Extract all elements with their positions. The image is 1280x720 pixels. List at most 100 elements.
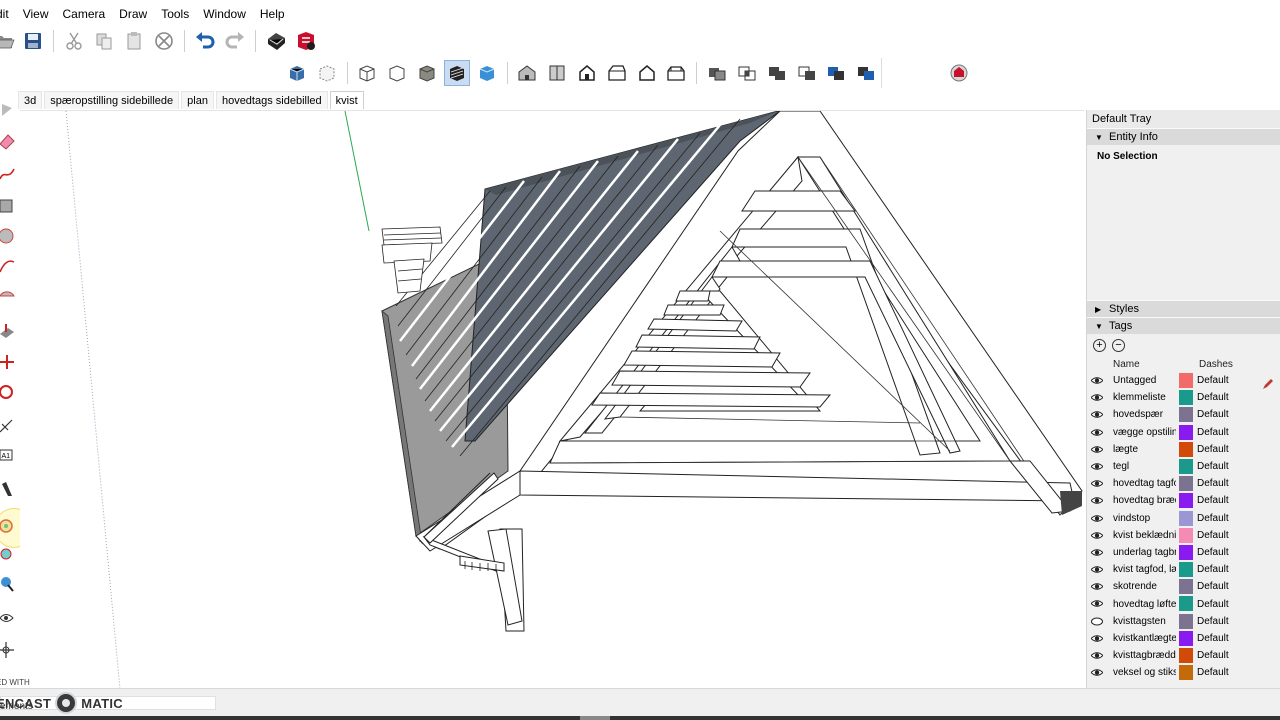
menu-draw[interactable]: Draw: [112, 4, 154, 24]
tag-dashes[interactable]: Default: [1197, 375, 1229, 386]
menu-window[interactable]: Window: [196, 4, 253, 24]
eye-icon[interactable]: [1090, 565, 1104, 574]
tag-name[interactable]: klemmeliste: [1113, 392, 1176, 403]
tag-dashes[interactable]: Default: [1197, 409, 1229, 420]
tag-row[interactable]: kvist tagfod, lægte Default: [1087, 561, 1280, 578]
eye-icon[interactable]: [1090, 651, 1104, 660]
eye-icon[interactable]: [1090, 393, 1104, 402]
tag-name[interactable]: tegl: [1113, 461, 1176, 472]
tag-row[interactable]: Untagged Default: [1087, 372, 1280, 389]
look-around-icon[interactable]: [0, 608, 16, 628]
add-tag-button[interactable]: +: [1093, 338, 1106, 352]
tag-row[interactable]: hovedspær Default: [1087, 406, 1280, 423]
cut-icon[interactable]: [61, 28, 87, 54]
tag-row[interactable]: kvist beklædning Default: [1087, 527, 1280, 544]
subtract-icon[interactable]: [794, 60, 820, 86]
tag-dashes[interactable]: Default: [1197, 530, 1229, 541]
tag-row[interactable]: hovedtag brædder Default: [1087, 492, 1280, 509]
tag-dashes[interactable]: Default: [1197, 495, 1229, 506]
tag-color-swatch[interactable]: [1179, 613, 1193, 629]
tag-name[interactable]: lægte: [1113, 444, 1176, 455]
trim-icon[interactable]: [824, 60, 850, 86]
tag-row[interactable]: kvisttagbrædder Default: [1087, 647, 1280, 664]
menu-tools[interactable]: Tools: [154, 4, 196, 24]
warehouse-icon[interactable]: [946, 60, 972, 86]
tag-name[interactable]: skotrende: [1113, 581, 1176, 592]
tag-color-swatch[interactable]: [1179, 373, 1193, 388]
scene-tab-plan[interactable]: plan: [181, 91, 214, 109]
circle-icon[interactable]: [0, 226, 16, 246]
tag-name[interactable]: kvisttagsten: [1113, 616, 1176, 627]
eye-icon[interactable]: [1090, 548, 1104, 557]
styles-header[interactable]: ▶ Styles: [1087, 300, 1280, 317]
tag-dashes[interactable]: Default: [1197, 633, 1229, 644]
tag-name[interactable]: kvisttagbrædder: [1113, 650, 1176, 661]
tag-color-swatch[interactable]: [1179, 493, 1193, 509]
column-name[interactable]: Name: [1113, 359, 1140, 370]
eraser-icon[interactable]: [0, 132, 16, 152]
union-icon[interactable]: [764, 60, 790, 86]
tag-row[interactable]: kvisttagsten Default: [1087, 613, 1280, 630]
delete-tag-button[interactable]: −: [1112, 338, 1125, 352]
tag-color-swatch[interactable]: [1179, 390, 1193, 406]
arc-icon[interactable]: [0, 256, 16, 276]
tag-color-swatch[interactable]: [1179, 527, 1193, 543]
eye-icon[interactable]: [1090, 428, 1104, 437]
move-icon[interactable]: [0, 352, 16, 372]
tag-name[interactable]: hovedtag brædder: [1113, 495, 1176, 506]
tag-row[interactable]: klemmeliste Default: [1087, 389, 1280, 406]
shaded-icon[interactable]: [414, 60, 440, 86]
xray-icon[interactable]: [284, 60, 310, 86]
open-icon[interactable]: [0, 28, 16, 54]
freehand-icon[interactable]: [0, 164, 16, 184]
back-view-icon[interactable]: [634, 60, 660, 86]
erase-icon[interactable]: [151, 28, 177, 54]
tag-dashes[interactable]: Default: [1197, 667, 1229, 678]
iso-view-icon[interactable]: [515, 60, 541, 86]
rectangle-icon[interactable]: [0, 196, 16, 216]
redo-icon[interactable]: [222, 28, 248, 54]
eye-hidden-icon[interactable]: [1091, 617, 1103, 626]
scene-tab-3d[interactable]: 3d: [18, 91, 43, 109]
print-icon[interactable]: [263, 28, 289, 54]
outer-shell-icon[interactable]: [704, 60, 730, 86]
tag-name[interactable]: vægge opstiling: [1113, 427, 1176, 438]
tag-color-swatch[interactable]: [1179, 562, 1193, 578]
tag-dashes[interactable]: Default: [1197, 564, 1229, 575]
tag-name[interactable]: kvistkantlægter: [1113, 633, 1176, 644]
split-icon[interactable]: [853, 60, 879, 86]
tag-color-swatch[interactable]: [1179, 458, 1193, 474]
tag-dashes[interactable]: Default: [1197, 513, 1229, 524]
back-edges-icon[interactable]: [314, 60, 340, 86]
tag-dashes[interactable]: Default: [1197, 444, 1229, 455]
select-icon[interactable]: [0, 100, 16, 120]
tag-row[interactable]: kvistkantlægter Default: [1087, 630, 1280, 647]
menu-camera[interactable]: Camera: [55, 4, 112, 24]
eye-icon[interactable]: [1090, 376, 1104, 385]
tag-name[interactable]: kvist beklædning: [1113, 530, 1176, 541]
tag-row[interactable]: lægte Default: [1087, 441, 1280, 458]
hidden-line-icon[interactable]: [384, 60, 410, 86]
tag-name[interactable]: underlag tagbræt: [1113, 547, 1176, 558]
undo-icon[interactable]: [192, 28, 218, 54]
tag-name[interactable]: kvist tagfod, lægte: [1113, 564, 1176, 575]
text-icon[interactable]: A1: [0, 446, 16, 466]
entity-info-header[interactable]: ▼ Entity Info: [1087, 128, 1280, 145]
menu-edit[interactable]: dit: [0, 4, 16, 24]
monochrome-icon[interactable]: [474, 60, 500, 86]
tag-name[interactable]: Untagged: [1113, 375, 1176, 386]
eye-icon[interactable]: [1090, 496, 1104, 505]
pie-icon[interactable]: [0, 286, 16, 306]
scene-tab-hovedtags[interactable]: hovedtags sidebilled: [215, 91, 328, 109]
eye-icon[interactable]: [1090, 668, 1104, 677]
pencil-icon[interactable]: [1262, 378, 1274, 390]
tag-name[interactable]: hovedspær: [1113, 409, 1176, 420]
tag-color-swatch[interactable]: [1179, 510, 1193, 526]
scene-tab-kvist[interactable]: kvist: [329, 91, 364, 109]
eye-icon[interactable]: [1090, 514, 1104, 523]
tag-name[interactable]: veksel og stikspær: [1113, 667, 1176, 678]
model-viewport[interactable]: [20, 110, 1084, 688]
intersect-icon[interactable]: [734, 60, 760, 86]
model-info-icon[interactable]: [293, 28, 319, 54]
tags-header[interactable]: ▼ Tags: [1087, 317, 1280, 334]
